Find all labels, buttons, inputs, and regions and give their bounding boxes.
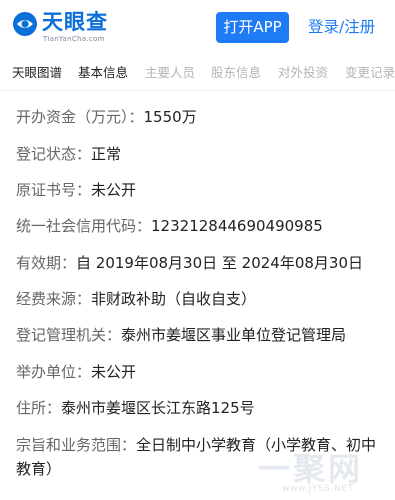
tab-graph[interactable]: 天眼图谱 bbox=[12, 65, 62, 81]
detail-value: 123212844690490985 bbox=[151, 217, 323, 235]
detail-value: 泰州市姜堰区长江东路125号 bbox=[61, 399, 255, 417]
detail-row: 开办资金（万元）：1550万 bbox=[16, 107, 388, 128]
tab-basic-info[interactable]: 基本信息 bbox=[78, 65, 128, 81]
tab-investments[interactable]: 对外投资 bbox=[278, 65, 328, 81]
tianyancha-logo[interactable]: 天眼查 TianYanCha.com bbox=[12, 9, 142, 45]
detail-value: 1550万 bbox=[143, 108, 197, 126]
login-register-link[interactable]: 登录/注册 bbox=[308, 16, 375, 38]
detail-value: 正常 bbox=[91, 145, 122, 163]
detail-label: 原证书号： bbox=[16, 181, 92, 199]
detail-value: 自 2019年08月30日 至 2024年08月30日 bbox=[76, 254, 364, 272]
watermark-text: 一聚网 bbox=[258, 450, 364, 488]
detail-label: 举办单位： bbox=[16, 363, 92, 381]
section-tabs: 天眼图谱 基本信息 主要人员 股东信息 对外投资 变更记录 bbox=[0, 55, 395, 91]
detail-label: 开办资金（万元）： bbox=[16, 108, 144, 126]
site-watermark: 一聚网 www.JYSS.NET bbox=[258, 452, 378, 496]
watermark-url: www.JYSS.NET bbox=[282, 484, 354, 494]
detail-value: 未公开 bbox=[91, 181, 137, 199]
detail-label: 有效期： bbox=[16, 254, 77, 272]
detail-label: 经费来源： bbox=[16, 290, 92, 308]
detail-row: 登记状态：正常 bbox=[16, 144, 388, 165]
detail-label: 宗旨和业务范围： bbox=[16, 436, 137, 454]
tab-change-records[interactable]: 变更记录 bbox=[345, 65, 395, 81]
logo-subtitle: TianYanCha.com bbox=[43, 35, 105, 43]
detail-label: 登记状态： bbox=[16, 145, 92, 163]
detail-label: 登记管理机关： bbox=[16, 326, 122, 344]
detail-row: 经费来源：非财政补助（自收自支） bbox=[16, 289, 388, 310]
top-header: 天眼查 TianYanCha.com 打开APP 登录/注册 bbox=[0, 0, 395, 55]
detail-value: 非财政补助（自收自支） bbox=[91, 290, 257, 308]
detail-label: 统一社会信用代码： bbox=[16, 217, 152, 235]
tab-key-personnel[interactable]: 主要人员 bbox=[145, 65, 195, 81]
detail-row: 住所：泰州市姜堰区长江东路125号 bbox=[16, 398, 388, 419]
detail-label: 住所： bbox=[16, 399, 62, 417]
open-app-button[interactable]: 打开APP bbox=[216, 12, 289, 43]
detail-value: 泰州市姜堰区事业单位登记管理局 bbox=[121, 326, 347, 344]
tab-shareholders[interactable]: 股东信息 bbox=[211, 65, 261, 81]
logo-title: 天眼查 bbox=[42, 10, 108, 34]
detail-value: 未公开 bbox=[91, 363, 137, 381]
detail-row: 统一社会信用代码：123212844690490985 bbox=[16, 216, 388, 237]
detail-row: 登记管理机关：泰州市姜堰区事业单位登记管理局 bbox=[16, 325, 388, 346]
detail-row: 原证书号：未公开 bbox=[16, 180, 388, 201]
eye-logo-icon bbox=[13, 12, 37, 36]
detail-row: 举办单位：未公开 bbox=[16, 362, 388, 383]
detail-row: 有效期：自 2019年08月30日 至 2024年08月30日 bbox=[16, 253, 388, 274]
